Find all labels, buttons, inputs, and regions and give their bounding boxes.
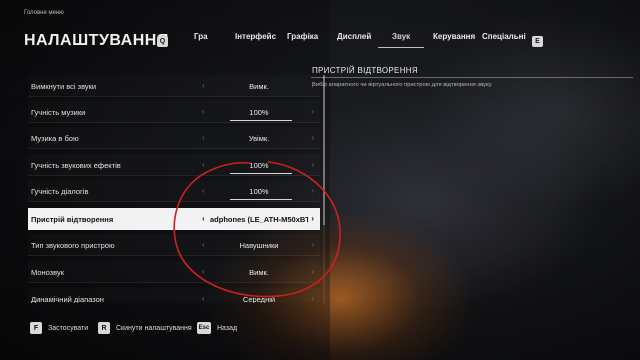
arrow-left-icon[interactable]: ‹ — [202, 107, 205, 116]
breadcrumb[interactable]: Головне меню — [24, 10, 64, 16]
arrow-left-icon[interactable]: ‹ — [202, 186, 205, 195]
setting-label: Динамічний діапазон — [31, 295, 104, 303]
arrow-right-icon[interactable]: › — [311, 160, 314, 169]
reset-key: R — [98, 322, 110, 334]
apply-button[interactable]: F Застосувати — [30, 322, 88, 334]
detail-panel-title: ПРИСТРІЙ ВІДТВОРЕННЯ — [312, 66, 418, 75]
apply-key: F — [30, 322, 42, 334]
setting-label: Вимкнути всі звуки — [31, 82, 97, 91]
setting-row-mute-all[interactable]: Вимкнути всі звуки ‹ Вимк. › — [28, 75, 320, 97]
setting-value: Навушники — [239, 241, 279, 250]
arrow-right-icon[interactable]: › — [311, 186, 314, 195]
setting-row-dynamic-range[interactable]: Динамічний діапазон ‹ Середній › — [28, 288, 320, 303]
prev-tab-key[interactable]: Q — [157, 36, 168, 47]
setting-value: Вимк. — [249, 268, 269, 277]
setting-value: adphones (LE_ATH-M50xBT) — [210, 215, 308, 224]
arrow-right-icon[interactable]: › — [311, 267, 314, 276]
settings-scroll-thumb[interactable] — [323, 75, 325, 225]
setting-row-sfx-volume[interactable]: Гучність звукових ефектів ‹ 100% › — [28, 154, 320, 176]
back-key: Esc — [197, 322, 211, 334]
settings-list: Вимкнути всі звуки ‹ Вимк. › Гучність му… — [28, 75, 320, 303]
arrow-left-icon[interactable]: ‹ — [202, 81, 205, 90]
setting-row-mono-sound[interactable]: Монозвук ‹ Вимк. › — [28, 261, 320, 283]
volume-bar-fill — [230, 173, 292, 174]
arrow-left-icon[interactable]: ‹ — [202, 267, 205, 276]
setting-row-dialogue-volume[interactable]: Гучність діалогів ‹ 100% › — [28, 180, 320, 202]
setting-value: Увімк. — [248, 134, 270, 143]
volume-bar-fill — [230, 120, 292, 121]
option-selector[interactable]: ‹ Вимк. › — [200, 261, 318, 283]
tab-interface[interactable]: Інтерфейс — [235, 32, 276, 41]
volume-slider[interactable]: ‹ 100% › — [200, 101, 318, 123]
option-selector[interactable]: ‹ Середній › — [200, 288, 318, 303]
arrow-right-icon[interactable]: › — [311, 214, 314, 223]
arrow-right-icon[interactable]: › — [311, 133, 314, 142]
option-selector[interactable]: ‹ Увімк. › — [200, 127, 318, 149]
arrow-right-icon[interactable]: › — [311, 294, 314, 303]
setting-value: 100% — [249, 187, 269, 196]
setting-label: Тип звукового пристрою — [31, 241, 115, 250]
arrow-left-icon[interactable]: ‹ — [202, 160, 205, 169]
setting-value: 100% — [249, 161, 269, 170]
volume-slider[interactable]: ‹ 100% › — [200, 180, 318, 202]
tab-controls[interactable]: Керування — [433, 32, 475, 41]
setting-value: 100% — [249, 108, 269, 117]
option-selector[interactable]: ‹ Навушники › — [200, 234, 318, 256]
option-selector[interactable]: ‹ adphones (LE_ATH-M50xBT) › — [200, 208, 318, 230]
setting-value: Середній — [242, 295, 276, 303]
setting-label: Гучність діалогів — [31, 187, 89, 196]
setting-label: Гучність музики — [31, 108, 86, 117]
detail-panel-description: Вибір апаратного чи віртуального пристро… — [312, 82, 493, 88]
arrow-left-icon[interactable]: ‹ — [202, 240, 205, 249]
volume-bar — [230, 120, 292, 121]
setting-row-device-type[interactable]: Тип звукового пристрою ‹ Навушники › — [28, 234, 320, 256]
detail-panel-divider — [311, 77, 633, 78]
arrow-left-icon[interactable]: ‹ — [202, 133, 205, 142]
tab-graphics[interactable]: Графіка — [287, 32, 318, 41]
tab-game[interactable]: Гра — [194, 32, 208, 41]
volume-slider[interactable]: ‹ 100% › — [200, 154, 318, 176]
page-title: НАЛАШТУВАННЯ — [24, 32, 169, 49]
arrow-left-icon[interactable]: ‹ — [202, 294, 205, 303]
volume-bar-fill — [230, 199, 292, 200]
setting-row-combat-music[interactable]: Музика в бою ‹ Увімк. › — [28, 127, 320, 149]
volume-bar — [230, 199, 292, 200]
setting-label: Монозвук — [31, 268, 65, 277]
tab-special[interactable]: Спеціальні — [482, 32, 526, 41]
tab-sound[interactable]: Звук — [392, 32, 410, 41]
next-tab-key[interactable]: E — [532, 36, 543, 47]
arrow-left-icon[interactable]: ‹ — [202, 214, 205, 223]
back-button[interactable]: Esc Назад — [197, 322, 237, 334]
volume-bar — [230, 173, 292, 174]
arrow-right-icon[interactable]: › — [311, 240, 314, 249]
reset-label: Скинути налаштування — [116, 324, 192, 332]
option-selector[interactable]: ‹ Вимк. › — [200, 75, 318, 97]
active-tab-underline — [378, 47, 424, 48]
setting-row-playback-device[interactable]: Пристрій відтворення ‹ adphones (LE_ATH-… — [28, 208, 320, 230]
setting-value: Вимк. — [249, 82, 269, 91]
setting-label: Гучність звукових ефектів — [31, 161, 121, 170]
tab-display[interactable]: Дисплей — [337, 32, 371, 41]
arrow-right-icon[interactable]: › — [311, 107, 314, 116]
back-label: Назад — [217, 324, 238, 332]
setting-row-music-volume[interactable]: Гучність музики ‹ 100% › — [28, 101, 320, 123]
apply-label: Застосувати — [48, 324, 89, 332]
setting-label: Пристрій відтворення — [31, 215, 114, 224]
setting-label: Музика в бою — [31, 134, 79, 143]
reset-settings-button[interactable]: R Скинути налаштування — [98, 322, 192, 334]
